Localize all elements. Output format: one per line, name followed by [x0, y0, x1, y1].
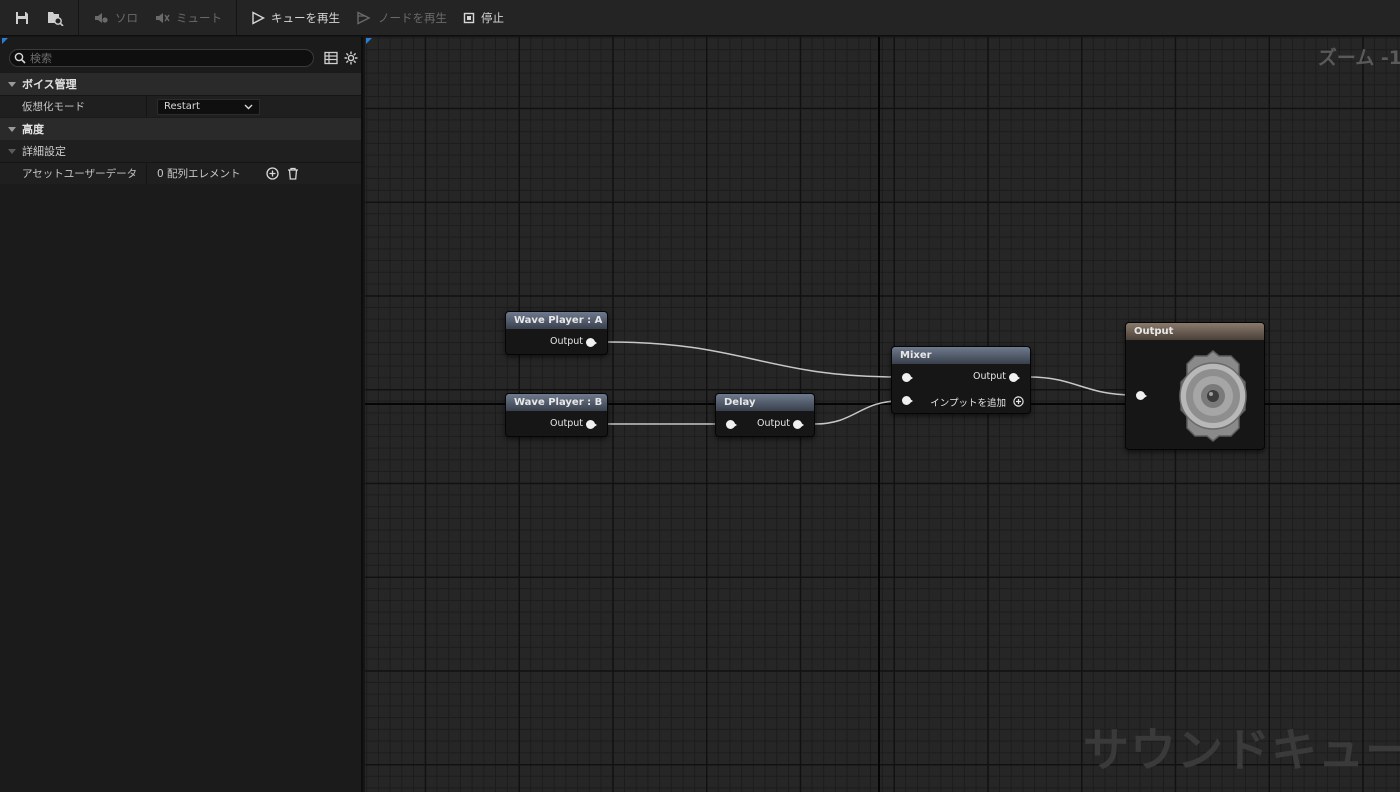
- play-cue-button[interactable]: キューを再生: [243, 4, 348, 32]
- wave-player-a-title: Wave Player : A: [506, 312, 607, 329]
- sound-cue-watermark: サウンドキュー: [1083, 723, 1400, 777]
- mixer-input-pin-0[interactable]: [902, 373, 913, 382]
- wave-player-b-output-label: Output: [550, 418, 583, 429]
- wave-player-a-output-pin[interactable]: [586, 338, 597, 347]
- solo-icon: [95, 12, 108, 23]
- asset-user-data-label: アセットユーザーデータ: [22, 168, 138, 180]
- add-element-button[interactable]: [264, 166, 280, 182]
- graph-canvas[interactable]: Wave Player : A Output Wave Player : B O…: [365, 37, 1400, 792]
- voice-management-label: ボイス管理: [22, 78, 77, 91]
- virtualization-mode-label: 仮想化モード: [22, 101, 85, 113]
- delay-node[interactable]: Delay Output: [715, 393, 815, 437]
- mixer-output-pin[interactable]: [1009, 373, 1020, 382]
- search-box: [9, 49, 314, 67]
- stop-button[interactable]: 停止: [455, 4, 512, 32]
- advanced-settings-label: 詳細設定: [22, 145, 66, 158]
- asset-user-data-count: 0 配列エレメント: [157, 168, 241, 180]
- collapse-arrow-icon: [8, 148, 16, 154]
- delay-output-label: Output: [757, 418, 790, 429]
- collapse-arrow-icon: [8, 81, 16, 87]
- wave-player-b-node[interactable]: Wave Player : B Output: [505, 393, 608, 437]
- output-input-pin[interactable]: [1136, 391, 1147, 400]
- zoom-level-label: ズーム -1: [1317, 47, 1400, 69]
- solo-button[interactable]: ソロ: [85, 4, 146, 32]
- stop-icon: [463, 12, 475, 23]
- wave-player-a-output-label: Output: [550, 336, 583, 347]
- mute-button[interactable]: ミュート: [146, 4, 230, 32]
- collapse-arrow-icon: [8, 126, 16, 132]
- asset-user-data-row: アセットユーザーデータ 0 配列エレメント: [0, 162, 361, 185]
- wave-player-b-title: Wave Player : B: [506, 394, 607, 411]
- output-title: Output: [1126, 323, 1264, 340]
- play-cue-label: キューを再生: [271, 10, 340, 25]
- mixer-output-label: Output: [973, 371, 1006, 382]
- advanced-category[interactable]: 高度: [0, 118, 361, 140]
- trash-icon: [288, 167, 298, 180]
- play-node-button[interactable]: ノードを再生: [348, 4, 455, 32]
- details-search-row: [0, 45, 363, 71]
- sound-cue-editor: ソロ ミュート キューを再生 ノードを再生 停止 検索 ボイス管理 仮想化モード…: [0, 0, 1400, 792]
- mixer-add-input-label[interactable]: インプットを追加: [930, 395, 1006, 409]
- advanced-settings-row[interactable]: 詳細設定: [0, 140, 361, 162]
- mute-label: ミュート: [176, 10, 222, 25]
- chevron-down-icon: [244, 104, 253, 109]
- virtualization-mode-value: Restart: [164, 101, 200, 112]
- delay-input-pin[interactable]: [726, 420, 737, 429]
- plus-circle-icon: [265, 167, 279, 180]
- column-separator: [146, 162, 147, 185]
- output-node[interactable]: Output: [1125, 322, 1265, 450]
- play-node-label: ノードを再生: [378, 10, 447, 25]
- play-icon: [252, 10, 265, 25]
- speaker-icon: [1179, 350, 1247, 442]
- delete-elements-button[interactable]: [285, 166, 301, 182]
- wire-mixer-to-output: [1028, 376, 1134, 396]
- column-separator: [146, 95, 147, 118]
- save-button[interactable]: [6, 4, 38, 32]
- save-icon: [16, 11, 28, 24]
- search-icon: [14, 52, 26, 64]
- toolbar: ソロ ミュート キューを再生 ノードを再生 停止: [0, 0, 1400, 36]
- settings-button[interactable]: [344, 50, 358, 69]
- wire-delay-to-mixer: [814, 400, 900, 425]
- gear-icon: [344, 51, 358, 65]
- mixer-node[interactable]: Mixer Output インプットを追加: [891, 346, 1031, 414]
- table-view-button[interactable]: [324, 50, 338, 69]
- delay-title: Delay: [716, 394, 814, 411]
- wave-player-b-output-pin[interactable]: [586, 420, 597, 429]
- mixer-title: Mixer: [892, 347, 1030, 364]
- table-icon: [324, 51, 338, 65]
- mute-icon: [156, 12, 170, 23]
- advanced-label: 高度: [22, 123, 44, 136]
- solo-label: ソロ: [115, 10, 138, 25]
- stop-label: 停止: [481, 10, 504, 25]
- virtualization-mode-row: 仮想化モード Restart: [0, 95, 361, 118]
- browse-asset-button[interactable]: [38, 4, 72, 32]
- mixer-input-pin-1[interactable]: [902, 396, 913, 405]
- voice-management-category[interactable]: ボイス管理: [0, 73, 361, 95]
- wire-wave-a-to-mixer: [607, 341, 900, 378]
- browse-icon: [48, 11, 64, 26]
- wave-player-a-node[interactable]: Wave Player : A Output: [505, 311, 608, 355]
- search-input[interactable]: [30, 51, 290, 65]
- add-input-plus-icon[interactable]: [1013, 396, 1024, 407]
- details-panel: ボイス管理 仮想化モード Restart 高度 詳細設定 アセットユーザーデータ…: [0, 37, 363, 792]
- delay-output-pin[interactable]: [793, 420, 804, 429]
- virtualization-mode-dropdown[interactable]: Restart: [157, 98, 260, 115]
- play-node-icon: [357, 10, 371, 25]
